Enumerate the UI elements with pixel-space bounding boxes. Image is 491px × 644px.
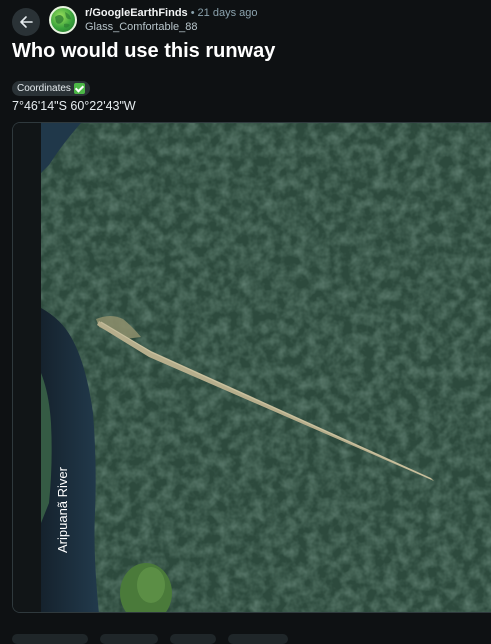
post-flair[interactable]: Coordinates bbox=[12, 81, 90, 96]
check-mark-icon bbox=[73, 83, 85, 94]
post-meta: r/GoogleEarthFinds • 21 days ago Glass_Com… bbox=[85, 6, 257, 34]
back-button[interactable] bbox=[12, 8, 40, 36]
subreddit-avatar[interactable] bbox=[49, 6, 77, 34]
media-letterbox bbox=[13, 123, 41, 612]
author-link[interactable]: Glass_Comfortable_88 bbox=[85, 20, 257, 34]
vote-pill[interactable] bbox=[12, 634, 88, 644]
satellite-image: Aripuanã River bbox=[41, 123, 491, 612]
award-pill[interactable] bbox=[170, 634, 216, 644]
comments-pill[interactable] bbox=[100, 634, 158, 644]
arrow-left-icon bbox=[20, 16, 33, 28]
meta-separator: • bbox=[190, 7, 195, 19]
globe-icon bbox=[55, 12, 71, 28]
post-time: 21 days ago bbox=[197, 7, 258, 19]
post-media[interactable]: Aripuanã River bbox=[12, 122, 491, 613]
post-title: Who would use this runway bbox=[12, 40, 276, 62]
action-bar bbox=[0, 628, 491, 644]
river-label: Aripuanã River bbox=[55, 466, 70, 553]
flair-label: Coordinates bbox=[17, 83, 71, 94]
post-body-coordinates: 7°46'14"S 60°22'43"W bbox=[12, 99, 136, 113]
share-pill[interactable] bbox=[228, 634, 288, 644]
subreddit-link[interactable]: r/GoogleEarthFinds bbox=[85, 7, 188, 19]
post-header: r/GoogleEarthFinds • 21 days ago Glass_Com… bbox=[12, 6, 482, 38]
